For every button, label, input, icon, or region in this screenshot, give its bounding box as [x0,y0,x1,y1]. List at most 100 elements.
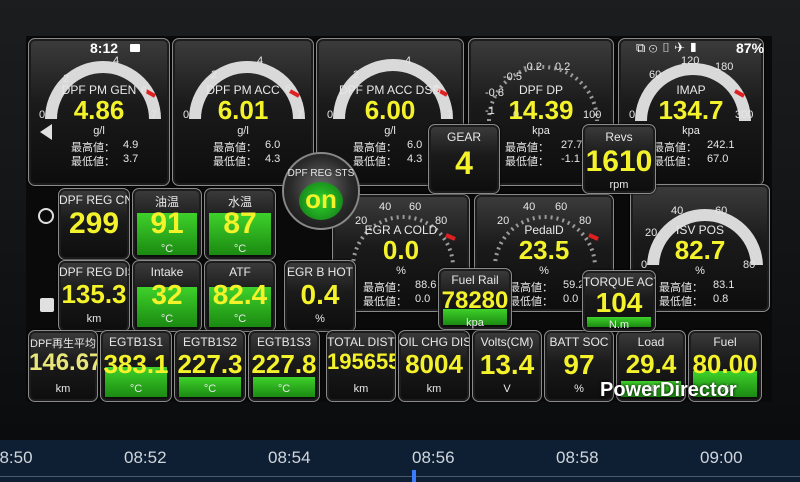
tile-label: DPF REG DIS [59,265,130,279]
tile-label: Intake [150,265,184,279]
battery-percent: 87% [736,40,765,56]
tile-unit: °C [129,383,143,395]
tile-value: 78280 [441,287,509,314]
tile-unit: °C [233,313,247,325]
tile-volts[interactable]: Volts(CM) 13.4 V [472,330,542,402]
tile-value: 29.4 [625,349,677,379]
tile-label: EGR B HOT [286,265,353,279]
max-value: 83.1 [713,279,735,291]
min-label: 最低値： [213,156,257,168]
tile-value: 32 [151,279,183,310]
tile-unit: °C [277,383,291,395]
tick: 60 [715,205,728,217]
max-value: 88.6 [415,279,437,291]
video-camera-icon [130,44,140,52]
tile-label: Fuel Rail [451,273,499,287]
tile-intake[interactable]: Intake 32 °C [132,260,202,332]
tick: 4 [405,55,412,67]
tile-unit: km [353,383,369,395]
tile-value: 82.4 [212,279,268,310]
min-label: 最低値： [363,296,407,308]
tile-label: DPF REG CNT [59,193,129,207]
tile-value: 91 [150,207,184,240]
max-value: 4.9 [123,139,139,151]
tile-value: 97 [563,349,595,380]
tile-label: Revs [605,130,633,144]
tile-egtb1s3[interactable]: EGTB1S3 227.8 °C [248,330,320,402]
tile-gear[interactable]: GEAR 4 [428,124,500,194]
timeline-ruler[interactable]: 08:50 08:52 08:54 08:56 08:58 09:00 [0,440,800,482]
min-label: 最低値： [353,156,397,168]
tick: -0.5 [503,71,522,83]
tile-oil-chg-dis[interactable]: OIL CHG DIS 8004 km [398,330,470,402]
tile-value: 8004 [405,349,463,379]
gauge-value: 134.7 [658,95,724,125]
gauge-unit: g/l [237,125,249,137]
status-time: 8:12 [90,40,119,56]
tile-egr-b-hot[interactable]: EGR B HOT 0.4 % [284,260,356,332]
recents-nav-icon[interactable] [40,298,54,312]
tile-value: 195655 [327,349,396,374]
max-value: 242.1 [707,139,735,151]
tile-label: ATF [229,265,251,279]
tick: 120 [681,55,700,67]
back-nav-icon[interactable] [40,124,52,140]
tile-value: 299 [68,207,120,240]
timeline-tick: 08:58 [556,448,599,467]
tile-value: 80.00 [692,349,758,379]
tile-value: 227.8 [251,349,317,379]
tile-label: Fuel [713,335,737,349]
tile-total-dist[interactable]: TOTAL DIST 195655 km [326,330,396,402]
tile-value: 135.3 [61,279,127,309]
tile-atf[interactable]: ATF 82.4 °C [204,260,276,332]
indicator-value: on [305,184,337,214]
timeline-tick: 08:50 [0,448,33,467]
dashboard: 0 2 4 6 7 DPF PM GEN 4.86 g/l 最高値： 4.9 最… [26,36,772,402]
tile-water-temp[interactable]: 水温 87 °C [204,188,276,260]
gauge-value: 6.00 [364,95,416,125]
min-label: 最低値： [71,156,115,168]
min-value: 0.8 [713,293,729,305]
min-value: 0.0 [563,293,579,305]
min-label: 最低値： [509,296,553,308]
tile-dpf-avg[interactable]: DPF再生平均 146.67 km [28,330,98,402]
tile-label: BATT SOC [549,335,609,349]
tile-unit: rpm [609,179,629,191]
tile-value: 4 [455,145,473,181]
tile-label: Load [637,335,665,349]
min-value: 0.0 [415,293,431,305]
timeline-tick: 09:00 [700,448,743,467]
tick: 4 [257,55,264,67]
tile-oil-temp[interactable]: 油温 91 °C [132,188,202,260]
timeline-tick: 08:56 [412,448,455,467]
tile-egtb1s1[interactable]: EGTB1S1 383.1 °C [100,330,172,402]
tile-fuel-rail[interactable]: Fuel Rail 78280 kpa [438,268,512,330]
gauge-value: 23.5 [518,235,570,265]
tile-value: 0.4 [300,279,340,310]
max-value: 6.0 [265,139,281,151]
tile-unit: km [86,313,102,325]
tile-unit: km [55,383,71,395]
min-value: 4.3 [407,153,423,165]
tick: 180 [715,61,734,73]
tile-dpf-reg-dis[interactable]: DPF REG DIS 135.3 km [58,260,130,332]
screen: 0 2 4 6 7 DPF PM GEN 4.86 g/l 最高値： 4.9 最… [0,0,800,440]
playhead[interactable] [412,470,416,482]
min-label: 最低値： [505,156,549,168]
timeline-tick: 08:54 [268,448,311,467]
tile-value: 146.67 [29,349,98,376]
tick: 2 [211,69,218,81]
tile-label: TOTAL DIST [327,335,395,349]
tile-dpf-reg-cnt[interactable]: DPF REG CNT 299 [58,188,130,260]
max-value: 27.7 [561,139,583,151]
tile-unit: N.m [608,319,630,331]
tile-egtb1s2[interactable]: EGTB1S2 227.3 °C [174,330,246,402]
gauge-dpf-pm-gen[interactable]: 0 2 4 6 7 DPF PM GEN 4.86 g/l 最高値： 4.9 最… [28,38,170,186]
min-value: 67.0 [707,153,729,165]
home-nav-icon[interactable] [38,208,54,224]
tile-torque-act[interactable]: TORQUE ACT 104 N.m [582,270,656,332]
indicator-dpf-reg-sts[interactable]: DPF REG STS on [282,152,360,230]
tick: 60 [649,69,662,81]
tile-label: EGTB1S1 [108,335,164,349]
tile-revs[interactable]: Revs 1610 rpm [582,124,656,194]
